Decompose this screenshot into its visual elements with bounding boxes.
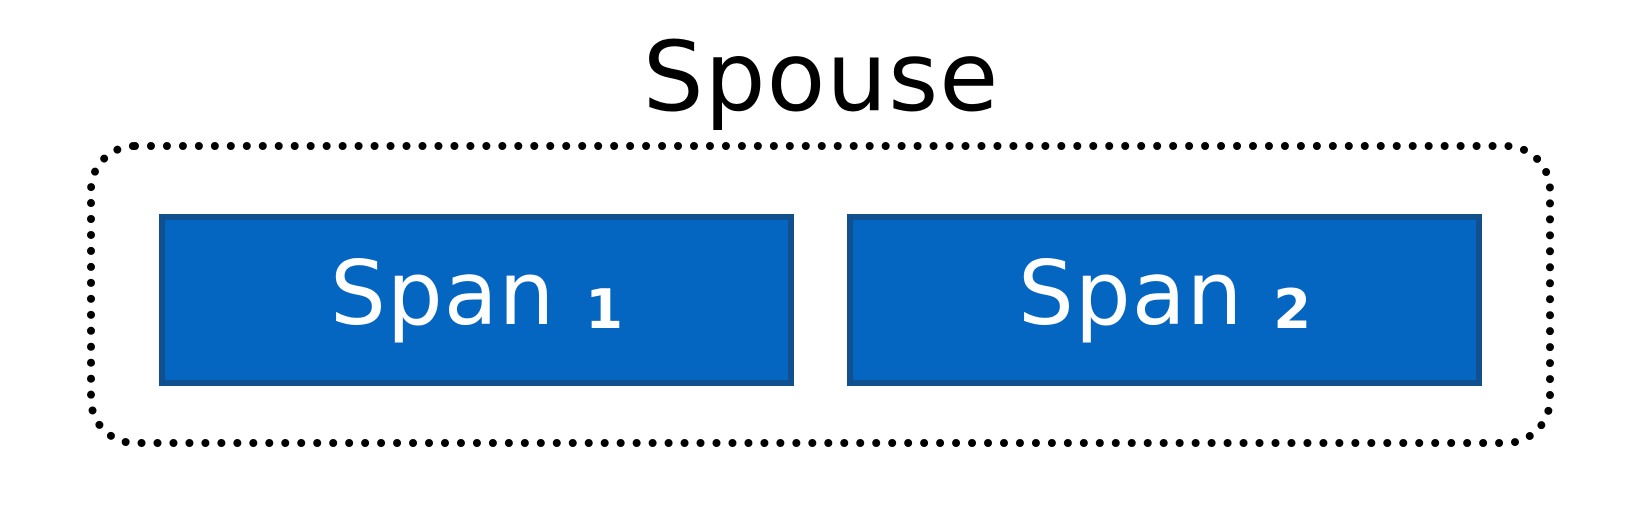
span-1-label: Span 1 — [330, 244, 623, 356]
span-2-number: 2 — [1273, 278, 1311, 341]
span-2-box: Span 2 — [847, 214, 1482, 386]
diagram-title: Spouse — [642, 21, 1000, 133]
span-1-box: Span 1 — [159, 214, 794, 386]
span-1-word: Span — [330, 242, 556, 345]
span-2-word: Span — [1018, 242, 1244, 345]
span-1-number: 1 — [585, 278, 623, 341]
span-2-label: Span 2 — [1018, 244, 1311, 356]
